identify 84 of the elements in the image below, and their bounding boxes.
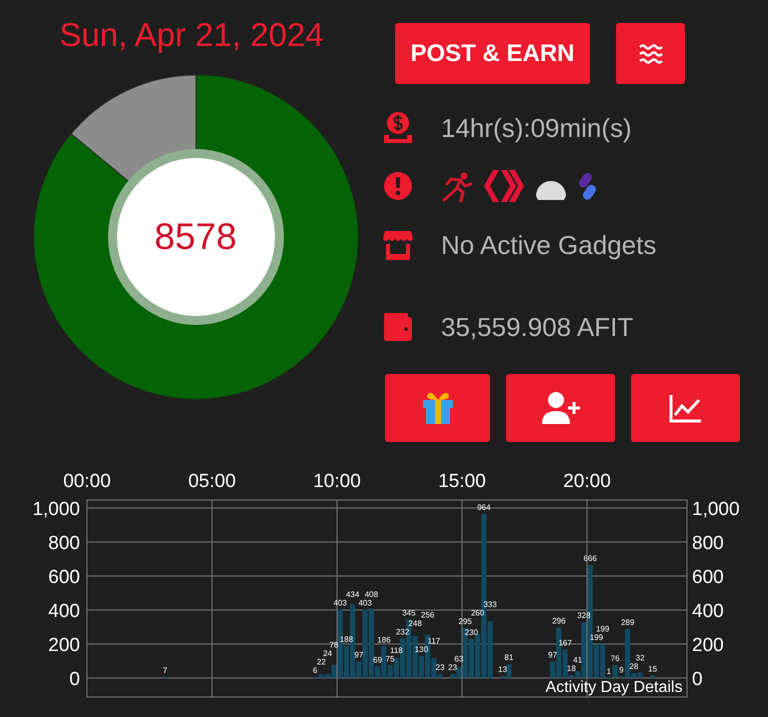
waves-icon (638, 42, 664, 64)
value-label: 76 (610, 654, 620, 664)
y-axis-label: 1,000 (692, 499, 740, 520)
value-label: 1 (606, 666, 612, 676)
value-label: 230 (464, 628, 478, 637)
value-label: 964 (477, 503, 491, 512)
x-axis-label: 20:00 (563, 471, 611, 492)
y-axis-label: 400 (692, 601, 724, 622)
chart-title: Activity Day Details (546, 679, 682, 696)
value-label: 63 (454, 654, 464, 664)
shop-icon (383, 229, 413, 261)
value-label: 75 (386, 654, 395, 664)
x-axis-label: 00:00 (63, 471, 111, 492)
line-chart-icon (668, 393, 702, 423)
value-label: 117 (428, 636, 440, 646)
value-label: 232 (396, 628, 410, 637)
y-axis-label: 1,000 (32, 499, 80, 520)
value-label: 97 (354, 650, 364, 660)
value-label: 256 (420, 610, 434, 620)
value-label: 7 (162, 666, 168, 675)
value-label: 28 (629, 662, 638, 672)
gift-button[interactable] (385, 374, 490, 442)
value-label: 345 (402, 608, 416, 618)
gadgets-label: No Active Gadgets (441, 230, 656, 260)
value-label: 408 (364, 590, 378, 599)
value-label: 434 (346, 590, 360, 599)
y-axis-label: 0 (69, 669, 80, 690)
y-axis-label: 400 (48, 601, 80, 622)
value-label: 403 (333, 598, 347, 608)
value-label: 81 (504, 653, 514, 662)
time-label: 14hr(s):09min(s) (441, 112, 632, 144)
value-label: 69 (373, 655, 382, 664)
y-axis-label: 600 (48, 567, 80, 588)
value-label: 23 (448, 663, 458, 672)
value-label: 6 (312, 666, 318, 675)
y-axis-label: 600 (692, 567, 724, 588)
value-label: 167 (558, 638, 572, 648)
value-label: 333 (483, 600, 497, 609)
x-axis-label: 15:00 (438, 471, 486, 492)
balance-label: 35,559.908 AFIT (441, 312, 634, 342)
value-label: 260 (470, 608, 484, 618)
step-count: 8578 (154, 216, 237, 258)
y-axis-label: 200 (48, 635, 80, 656)
add-user-icon (540, 390, 580, 426)
value-label: 188 (340, 635, 354, 644)
value-label: 328 (577, 611, 591, 620)
value-label: 295 (458, 616, 472, 626)
y-axis-label: 800 (692, 533, 724, 554)
add-friend-button[interactable] (506, 374, 615, 442)
value-label: 78 (329, 640, 338, 650)
y-axis-label: 0 (692, 669, 703, 690)
value-label: 199 (590, 633, 604, 642)
value-label: 32 (636, 654, 645, 663)
value-label: 9 (619, 665, 624, 674)
stats-button[interactable] (631, 374, 740, 442)
value-label: 22 (316, 657, 326, 666)
menu-button[interactable] (616, 23, 685, 84)
value-label: 118 (390, 646, 403, 655)
value-label: 97 (548, 650, 558, 660)
hexagon-icon (483, 168, 525, 204)
x-axis-label: 10:00 (313, 471, 361, 492)
y-axis-label: 200 (692, 635, 724, 656)
bar (650, 675, 656, 678)
alert-icon (383, 171, 413, 201)
value-label: 24 (323, 648, 332, 658)
value-label: 248 (408, 619, 422, 628)
y-axis-label: 800 (48, 533, 80, 554)
post-earn-button[interactable]: POST & EARN (395, 23, 590, 84)
value-label: 15 (648, 664, 658, 674)
value-label: 186 (377, 635, 391, 644)
wallet-icon (383, 312, 413, 342)
value-label: 296 (552, 616, 566, 626)
value-label: 23 (436, 663, 445, 672)
value-label: 13 (498, 664, 508, 674)
value-label: 41 (573, 655, 582, 664)
value-label: 199 (596, 624, 610, 634)
value-label: 130 (414, 644, 428, 654)
value-label: 18 (566, 664, 576, 673)
value-label: 666 (583, 554, 597, 563)
value-label: 289 (620, 618, 634, 627)
x-axis-label: 05:00 (188, 471, 236, 492)
value-label: 403 (358, 598, 372, 608)
coin-icon (383, 111, 413, 145)
date-label: Sun, Apr 21, 2024 (59, 16, 324, 54)
